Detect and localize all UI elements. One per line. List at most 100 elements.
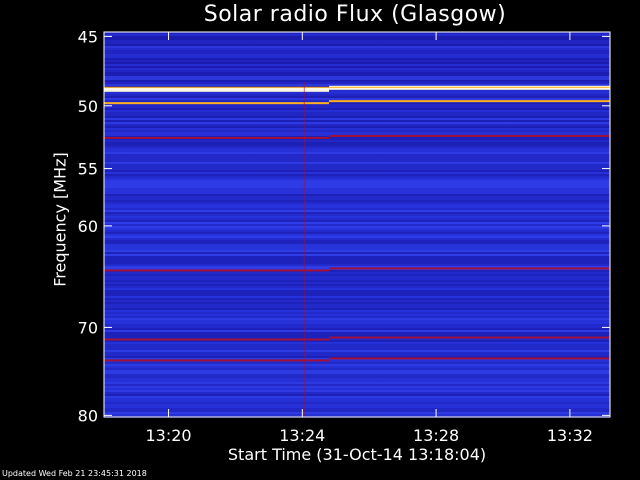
- texture-line: [104, 36, 610, 38]
- texture-line: [104, 396, 610, 398]
- texture-line: [104, 354, 610, 356]
- texture-line: [104, 160, 610, 162]
- texture-line: [104, 170, 610, 172]
- texture-line: [104, 242, 610, 244]
- texture-line: [104, 166, 610, 168]
- texture-line: [104, 150, 610, 152]
- band-line: [104, 87, 330, 92]
- texture-line: [104, 40, 610, 42]
- texture-line: [104, 310, 610, 312]
- texture-line: [104, 254, 610, 256]
- texture-line: [104, 56, 610, 58]
- texture-line: [104, 402, 610, 404]
- texture-line: [104, 228, 610, 230]
- texture-line: [104, 220, 610, 222]
- texture-line: [104, 110, 610, 112]
- band-line: [329, 357, 610, 360]
- texture-line: [104, 390, 610, 392]
- texture-line: [104, 58, 610, 60]
- texture-line: [104, 190, 610, 192]
- texture-line: [104, 212, 610, 214]
- band-line: [104, 136, 330, 139]
- texture-line: [104, 260, 610, 262]
- texture-line: [104, 366, 610, 368]
- texture-line: [104, 126, 610, 128]
- texture-line: [104, 400, 610, 402]
- texture-line: [104, 38, 610, 40]
- texture-line: [104, 230, 610, 232]
- texture-line: [104, 378, 610, 380]
- y-tick-label: 60: [78, 217, 98, 236]
- texture-line: [104, 388, 610, 390]
- texture-line: [104, 70, 610, 72]
- texture-line: [104, 198, 610, 200]
- texture-line: [104, 240, 610, 242]
- texture-line: [104, 330, 610, 332]
- texture-line: [104, 376, 610, 378]
- texture-line: [104, 316, 610, 318]
- texture-line: [104, 332, 610, 334]
- texture-line: [104, 234, 610, 236]
- texture-line: [104, 280, 610, 282]
- y-axis-label: Frequency [MHz]: [50, 152, 70, 287]
- texture-line: [104, 184, 610, 186]
- chart-title: Solar radio Flux (Glasgow): [203, 2, 507, 27]
- y-tick-label: 80: [78, 406, 98, 425]
- band-edge: [104, 86, 610, 88]
- texture-line: [104, 412, 610, 414]
- texture-line: [104, 62, 610, 64]
- texture-line: [104, 72, 610, 74]
- texture-line: [104, 152, 610, 154]
- texture-line: [104, 80, 610, 82]
- texture-line: [104, 54, 610, 56]
- texture-line: [104, 210, 610, 212]
- texture-line: [104, 344, 610, 346]
- texture-line: [104, 262, 610, 264]
- texture-line: [104, 182, 610, 184]
- y-tick-label: 45: [78, 27, 98, 46]
- texture-line: [104, 128, 610, 130]
- texture-line: [104, 68, 610, 70]
- y-tick-label: 55: [78, 160, 98, 179]
- x-axis-label: Start Time (31-Oct-14 13:18:04): [227, 445, 487, 464]
- texture-line: [104, 48, 610, 50]
- texture-line: [104, 318, 610, 320]
- x-tick-label: 13:32: [547, 426, 593, 445]
- texture-line: [104, 108, 610, 110]
- texture-line: [104, 92, 610, 94]
- texture-line: [104, 324, 610, 326]
- texture-line: [104, 398, 610, 400]
- texture-line: [104, 44, 610, 46]
- texture-line: [104, 222, 610, 224]
- texture-line: [104, 244, 610, 246]
- texture-line: [104, 66, 610, 68]
- texture-line: [104, 106, 610, 108]
- texture-line: [104, 308, 610, 310]
- texture-line: [104, 82, 610, 84]
- band-line: [329, 336, 610, 339]
- texture-line: [104, 42, 610, 44]
- texture-line: [104, 118, 610, 120]
- texture-line: [104, 406, 610, 408]
- texture-line: [104, 326, 610, 328]
- texture-line: [104, 294, 610, 296]
- texture-line: [104, 410, 610, 412]
- texture-line: [104, 194, 610, 196]
- band-line: [104, 269, 330, 272]
- texture-line: [104, 104, 610, 106]
- texture-line: [104, 334, 610, 336]
- band-line: [329, 100, 610, 103]
- updated-timestamp: Updated Wed Feb 21 23:45:31 2018: [2, 469, 147, 478]
- texture-line: [104, 258, 610, 260]
- texture-line: [104, 320, 610, 322]
- texture-line: [104, 154, 610, 156]
- texture-line: [104, 288, 610, 290]
- texture-line: [104, 142, 610, 144]
- texture-line: [104, 302, 610, 304]
- texture-line: [104, 346, 610, 348]
- texture-line: [104, 348, 610, 350]
- x-tick-label: 13:24: [279, 426, 325, 445]
- texture-line: [104, 284, 610, 286]
- texture-line: [104, 124, 610, 126]
- texture-line: [104, 162, 610, 164]
